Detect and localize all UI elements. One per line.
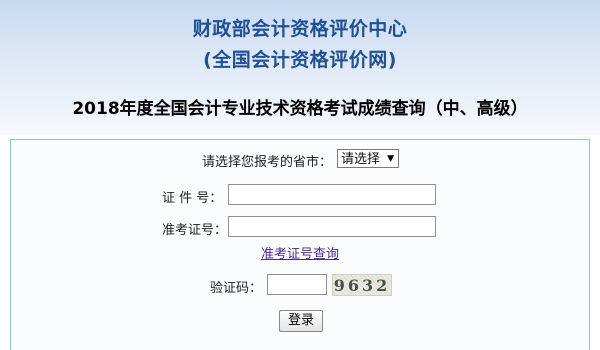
province-select[interactable]: 请选择 ▼	[337, 149, 399, 168]
org-subtitle: (全国会计资格评价网)	[203, 49, 397, 71]
query-form: 请选择您报考的省市： 请选择 ▼ 证 件 号： 准考证号： 准考证号查询 验证码…	[10, 139, 590, 350]
org-name: 财政部会计资格评价中心	[192, 18, 408, 40]
admission-number-input[interactable]	[228, 216, 436, 237]
province-label: 请选择您报考的省市：	[202, 155, 333, 170]
captcha-image[interactable]: 9632	[332, 274, 392, 296]
province-row: 请选择您报考的省市： 请选择 ▼	[11, 149, 589, 171]
captcha-input[interactable]	[267, 274, 327, 295]
captcha-label: 验证码：	[210, 281, 263, 296]
province-selected-value: 请选择	[341, 152, 381, 167]
page-header: 财政部会计资格评价中心 (全国会计资格评价网) 2018年度全国会计专业技术资格…	[0, 0, 600, 135]
admission-number-lookup-link[interactable]: 准考证号查询	[261, 243, 339, 262]
login-button[interactable]: 登录	[279, 310, 324, 332]
id-number-input[interactable]	[228, 184, 436, 205]
id-number-label: 证 件 号：	[162, 191, 223, 206]
id-number-row: 证 件 号：	[11, 184, 589, 206]
admission-number-label: 准考证号：	[162, 223, 228, 238]
dropdown-arrow-icon: ▼	[387, 154, 394, 164]
captcha-row: 验证码： 9632	[11, 273, 589, 297]
page-title: 2018年度全国会计专业技术资格考试成绩查询（中、高级）	[72, 99, 528, 119]
admission-number-row: 准考证号：	[11, 216, 589, 238]
